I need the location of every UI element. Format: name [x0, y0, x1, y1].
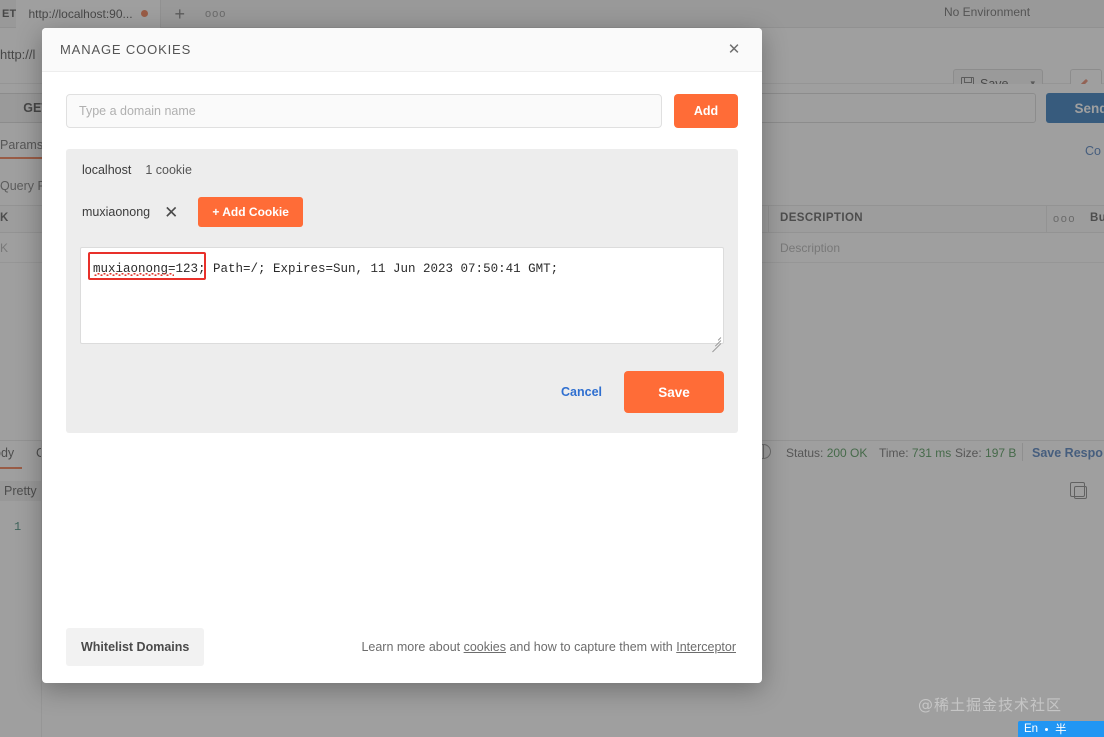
cookie-value-textarea[interactable]: [80, 247, 724, 344]
domain-name: localhost: [82, 163, 132, 177]
domain-entry-row: Add: [66, 94, 738, 128]
ime-language-label: En: [1024, 723, 1039, 735]
footer-note-prefix: Learn more about: [361, 640, 464, 654]
modal-title: MANAGE COOKIES: [60, 42, 192, 57]
whitelist-domains-button[interactable]: Whitelist Domains: [66, 628, 205, 666]
domain-input[interactable]: [66, 94, 662, 128]
ime-width-label: 半: [1055, 724, 1067, 736]
modal-body: Add localhost 1 cookie muxiaonong ✕ + Ad…: [42, 72, 762, 611]
modal-header: MANAGE COOKIES ✕: [42, 28, 762, 72]
domain-card: localhost 1 cookie muxiaonong ✕ + Add Co…: [66, 149, 738, 433]
cookie-chip-name[interactable]: muxiaonong: [82, 205, 164, 219]
footer-help-text: Learn more about cookies and how to capt…: [361, 640, 736, 654]
manage-cookies-modal: MANAGE COOKIES ✕ Add localhost 1 cookie …: [42, 28, 762, 683]
cookie-chip-row: muxiaonong ✕ + Add Cookie: [80, 197, 724, 227]
domain-cookie-count: 1 cookie: [145, 163, 192, 177]
cookie-editor-wrapper: [80, 247, 724, 353]
cancel-button[interactable]: Cancel: [549, 377, 614, 407]
ime-indicator[interactable]: En 半: [1018, 721, 1104, 737]
ime-separator-dot: [1045, 727, 1049, 731]
interceptor-doc-link[interactable]: Interceptor: [676, 640, 736, 654]
watermark: @稀土掘金技术社区: [918, 696, 1063, 714]
modal-footer: Whitelist Domains Learn more about cooki…: [42, 611, 762, 683]
cookies-doc-link[interactable]: cookies: [464, 640, 506, 654]
footer-note-middle: and how to capture them with: [506, 640, 677, 654]
close-icon[interactable]: ✕: [722, 38, 746, 62]
add-cookie-button[interactable]: + Add Cookie: [198, 197, 303, 227]
save-cookie-button[interactable]: Save: [624, 371, 724, 413]
domain-card-header: localhost 1 cookie: [80, 163, 724, 177]
add-domain-button[interactable]: Add: [674, 94, 738, 128]
editor-actions: Cancel Save: [80, 371, 724, 415]
delete-cookie-icon[interactable]: ✕: [164, 204, 198, 221]
